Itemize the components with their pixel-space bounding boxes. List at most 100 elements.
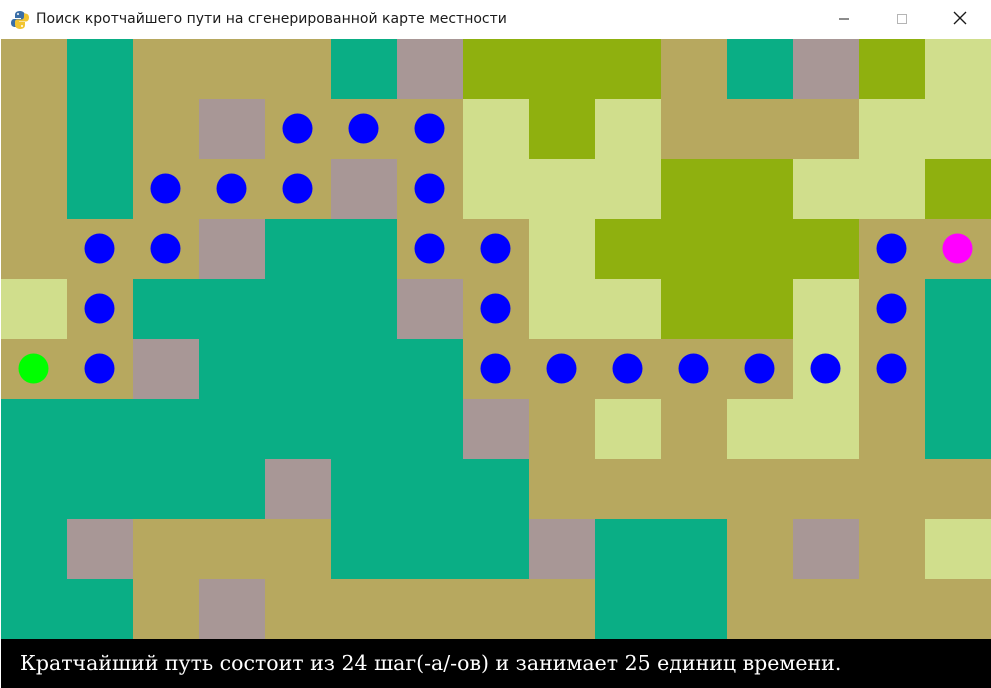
tile-teal — [199, 279, 266, 340]
tile-sand — [859, 579, 926, 639]
tile-light-grass — [925, 39, 991, 100]
tile-rock — [529, 519, 596, 580]
tile-teal — [67, 99, 134, 160]
tile-light-grass — [793, 279, 860, 340]
tile-sand — [793, 459, 860, 520]
path-marker — [876, 233, 907, 264]
tile-teal — [67, 579, 134, 639]
tile-sand — [793, 99, 860, 160]
tile-olive — [661, 219, 728, 280]
tile-light-grass — [793, 399, 860, 460]
maximize-button[interactable] — [873, 0, 931, 39]
status-bar: Кратчайший путь состоит из 24 шаг(-а/-ов… — [1, 639, 991, 688]
window-title: Поиск кротчайшего пути на сгенерированно… — [36, 11, 507, 27]
tile-teal — [331, 399, 398, 460]
tile-teal — [1, 519, 68, 580]
tile-teal — [331, 339, 398, 400]
tile-sand — [859, 399, 926, 460]
tile-teal — [463, 519, 530, 580]
tile-olive — [727, 159, 794, 220]
tile-sand — [727, 579, 794, 639]
tile-olive — [727, 279, 794, 340]
end-marker — [942, 233, 973, 264]
title-bar[interactable]: Поиск кротчайшего пути на сгенерированно… — [0, 0, 991, 39]
tile-sand — [1, 219, 68, 280]
tile-teal — [925, 279, 991, 340]
tile-teal — [265, 339, 332, 400]
tile-light-grass — [1, 279, 68, 340]
close-button[interactable] — [931, 0, 989, 39]
minimize-icon — [838, 10, 850, 29]
path-marker — [480, 233, 511, 264]
tile-light-grass — [859, 99, 926, 160]
tile-sand — [1, 159, 68, 220]
tile-sand — [859, 459, 926, 520]
tile-sand — [133, 39, 200, 100]
tile-sand — [925, 459, 991, 520]
tile-teal — [265, 219, 332, 280]
tile-teal — [925, 399, 991, 460]
tile-sand — [661, 99, 728, 160]
tile-teal — [661, 579, 728, 639]
path-marker — [414, 233, 445, 264]
tile-rock — [199, 99, 266, 160]
tile-sand — [199, 39, 266, 100]
path-marker — [612, 353, 643, 384]
tile-sand — [1, 99, 68, 160]
path-marker — [84, 233, 115, 264]
tile-teal — [265, 279, 332, 340]
tile-light-grass — [859, 159, 926, 220]
tile-light-grass — [529, 279, 596, 340]
path-marker — [150, 173, 181, 204]
tile-teal — [925, 339, 991, 400]
tile-rock — [397, 39, 464, 100]
tile-olive — [925, 159, 991, 220]
tile-teal — [67, 459, 134, 520]
tile-olive — [529, 39, 596, 100]
path-marker — [414, 173, 445, 204]
tile-sand — [133, 579, 200, 639]
tile-sand — [133, 99, 200, 160]
tile-teal — [1, 399, 68, 460]
tile-teal — [133, 459, 200, 520]
tile-sand — [661, 39, 728, 100]
terrain-map-canvas — [1, 39, 991, 639]
path-marker — [876, 353, 907, 384]
tile-light-grass — [595, 399, 662, 460]
tile-olive — [529, 99, 596, 160]
tile-rock — [67, 519, 134, 580]
path-marker — [414, 113, 445, 144]
tile-sand — [661, 399, 728, 460]
tile-sand — [793, 579, 860, 639]
tile-teal — [265, 399, 332, 460]
tile-sand — [331, 579, 398, 639]
tile-sand — [925, 579, 991, 639]
path-marker — [678, 353, 709, 384]
tile-olive — [727, 219, 794, 280]
tile-teal — [331, 519, 398, 580]
tile-teal — [331, 39, 398, 100]
path-marker — [546, 353, 577, 384]
path-marker — [150, 233, 181, 264]
tile-teal — [595, 579, 662, 639]
tile-teal — [463, 459, 530, 520]
tile-sand — [727, 99, 794, 160]
tile-sand — [595, 459, 662, 520]
tile-teal — [67, 39, 134, 100]
path-marker — [282, 173, 313, 204]
python-snake-icon — [11, 10, 29, 30]
tile-teal — [331, 219, 398, 280]
minimize-button[interactable] — [815, 0, 873, 39]
tile-teal — [199, 399, 266, 460]
tile-sand — [529, 459, 596, 520]
tile-rock — [199, 219, 266, 280]
tile-light-grass — [925, 99, 991, 160]
tile-sand — [265, 519, 332, 580]
app-window: Поиск кротчайшего пути на сгенерированно… — [0, 0, 991, 688]
tile-teal — [595, 519, 662, 580]
tile-teal — [331, 459, 398, 520]
tile-teal — [133, 279, 200, 340]
tile-light-grass — [529, 219, 596, 280]
tile-light-grass — [793, 159, 860, 220]
tile-teal — [67, 159, 134, 220]
